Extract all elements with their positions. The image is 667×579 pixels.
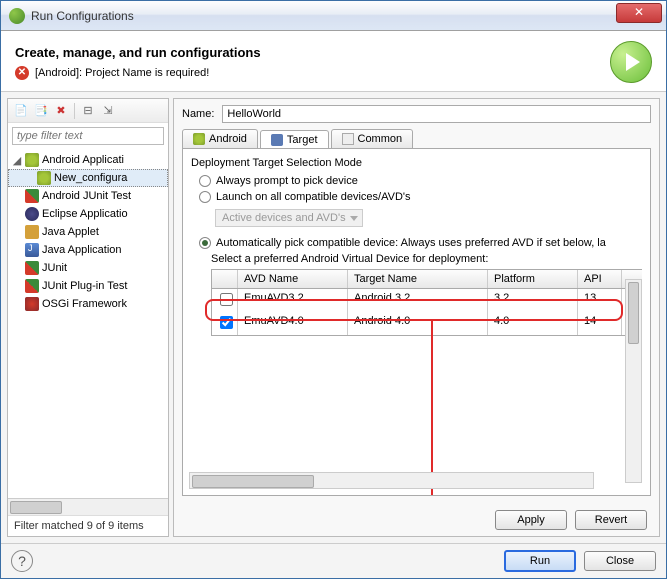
filter-icon[interactable]: ⇲: [99, 102, 117, 120]
revert-button[interactable]: Revert: [575, 510, 647, 530]
delete-icon[interactable]: ✖: [52, 102, 70, 120]
radio-auto[interactable]: Automatically pick compatible device: Al…: [199, 237, 642, 249]
titlebar[interactable]: Run Configurations ✕: [1, 1, 666, 31]
collapse-icon[interactable]: ⊟: [79, 102, 97, 120]
tree-item-android-junit[interactable]: Android JUnit Test: [8, 187, 168, 205]
java-icon: [25, 243, 39, 257]
junit-icon: [25, 261, 39, 275]
avd-table: AVD Name Target Name Platform API EmuAVD…: [211, 269, 642, 336]
footer: ? Run Close: [1, 543, 666, 578]
help-icon[interactable]: ?: [11, 550, 33, 572]
app-icon: [9, 8, 25, 24]
header: Create, manage, and run configurations ✕…: [1, 31, 666, 92]
tab-common[interactable]: Common: [331, 129, 414, 148]
android-icon: [25, 153, 39, 167]
run-big-icon: [610, 41, 652, 83]
run-button[interactable]: Run: [504, 550, 576, 572]
tab-android[interactable]: Android: [182, 129, 258, 148]
target-icon: [271, 134, 283, 146]
avd-row[interactable]: EmuAVD4.0 Android 4.0 4.0 14: [212, 312, 642, 335]
tree-item-osgi[interactable]: OSGi Framework: [8, 295, 168, 313]
run-config-window: Run Configurations ✕ Create, manage, and…: [0, 0, 667, 579]
deploy-mode-label: Deployment Target Selection Mode: [191, 157, 642, 169]
radio-icon: [199, 191, 211, 203]
close-button[interactable]: Close: [584, 551, 656, 571]
filter-input[interactable]: [12, 127, 164, 145]
radio-icon: [199, 175, 211, 187]
eclipse-icon: [25, 207, 39, 221]
radio-launch-all[interactable]: Launch on all compatible devices/AVD's: [199, 191, 642, 203]
config-tree[interactable]: ◢Android Applicati New_configura Android…: [8, 149, 168, 498]
tree-item-java-applet[interactable]: Java Applet: [8, 223, 168, 241]
tree-item-android-app[interactable]: ◢Android Applicati: [8, 151, 168, 169]
h-scrollbar[interactable]: [189, 472, 594, 489]
name-input[interactable]: [222, 105, 651, 123]
col-api[interactable]: API: [578, 270, 622, 288]
new-config-icon[interactable]: 📄: [12, 102, 30, 120]
applet-icon: [25, 225, 39, 239]
v-scrollbar[interactable]: [625, 279, 642, 483]
col-platform[interactable]: Platform: [488, 270, 578, 288]
col-target-name[interactable]: Target Name: [348, 270, 488, 288]
close-icon[interactable]: ✕: [616, 3, 662, 23]
radio-icon: [199, 237, 211, 249]
junit-icon: [25, 189, 39, 203]
name-label: Name:: [182, 108, 214, 120]
tree-item-java-app[interactable]: Java Application: [8, 241, 168, 259]
tree-item-junit[interactable]: JUnit: [8, 259, 168, 277]
osgi-icon: [25, 297, 39, 311]
avd-checkbox[interactable]: [220, 293, 233, 306]
window-title: Run Configurations: [31, 9, 616, 23]
target-tab-content: Deployment Target Selection Mode Always …: [182, 148, 651, 496]
col-avd-name[interactable]: AVD Name: [238, 270, 348, 288]
avd-row[interactable]: EmuAVD3.2 Android 3.2 3.2 13: [212, 289, 642, 312]
filter-status: Filter matched 9 of 9 items: [8, 515, 168, 536]
tree-item-new-config[interactable]: New_configura: [8, 169, 168, 187]
android-icon: [37, 171, 51, 185]
left-toolbar: 📄 📑 ✖ ⊟ ⇲: [8, 99, 168, 123]
error-icon: ✕: [15, 66, 29, 80]
avd-checkbox[interactable]: [220, 316, 233, 329]
error-text: [Android]: Project Name is required!: [35, 67, 209, 79]
devices-combo: Active devices and AVD's: [215, 209, 363, 227]
apply-button[interactable]: Apply: [495, 510, 567, 530]
tab-bar: Android Target Common: [174, 129, 659, 148]
tab-target[interactable]: Target: [260, 130, 329, 149]
android-icon: [193, 133, 205, 145]
radio-prompt[interactable]: Always prompt to pick device: [199, 175, 642, 187]
annotation-arrow: [431, 321, 433, 496]
h-scrollbar[interactable]: [8, 498, 168, 515]
avd-select-label: Select a preferred Android Virtual Devic…: [211, 253, 642, 265]
common-icon: [342, 133, 354, 145]
avd-table-header: AVD Name Target Name Platform API: [212, 270, 642, 289]
tree-item-eclipse-app[interactable]: Eclipse Applicatio: [8, 205, 168, 223]
right-panel: Name: Android Target Common Deployment T…: [173, 98, 660, 537]
duplicate-icon[interactable]: 📑: [32, 102, 50, 120]
tree-item-junit-plugin[interactable]: JUnit Plug-in Test: [8, 277, 168, 295]
junit-icon: [25, 279, 39, 293]
page-title: Create, manage, and run configurations: [15, 45, 610, 60]
left-panel: 📄 📑 ✖ ⊟ ⇲ ◢Android Applicati New_configu…: [7, 98, 169, 537]
